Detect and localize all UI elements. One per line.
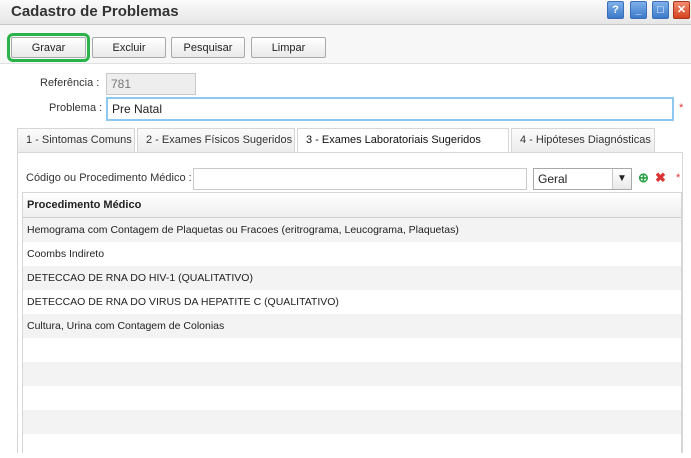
table-row[interactable]: DETECCAO DE RNA DO HIV-1 (QUALITATIVO) — [23, 266, 681, 290]
table-row[interactable]: Hemograma com Contagem de Plaquetas ou F… — [23, 218, 681, 242]
code-input[interactable] — [193, 168, 527, 190]
title-bar: Cadastro de Problemas ? _ □ ✕ — [0, 0, 691, 25]
tab-sintomas[interactable]: 1 - Sintomas Comuns — [17, 128, 135, 152]
problema-required-mark: * — [679, 102, 684, 114]
code-required-mark: * — [676, 172, 681, 184]
chevron-down-icon: ▼ — [612, 169, 631, 189]
window-title: Cadastro de Problemas — [11, 3, 179, 20]
clear-button[interactable]: Limpar — [251, 37, 326, 58]
save-button[interactable]: Gravar — [7, 33, 90, 62]
table-header: Procedimento Médico — [23, 193, 681, 218]
referencia-field: 781 — [106, 73, 196, 95]
tab-exames-fisicos[interactable]: 2 - Exames Físicos Sugeridos — [137, 128, 295, 152]
delete-button[interactable]: Excluir — [92, 37, 166, 58]
code-label: Código ou Procedimento Médico : — [26, 172, 192, 184]
close-button[interactable]: ✕ — [673, 1, 690, 19]
help-button[interactable]: ? — [607, 1, 624, 19]
table-row — [23, 434, 681, 458]
table-row[interactable]: Cultura, Urina com Contagem de Colonias — [23, 314, 681, 338]
maximize-button[interactable]: □ — [652, 1, 669, 19]
minimize-button[interactable]: _ — [630, 1, 647, 19]
table-row[interactable]: DETECCAO DE RNA DO VIRUS DA HEPATITE C (… — [23, 290, 681, 314]
table-body: Hemograma com Contagem de Plaquetas ou F… — [23, 218, 681, 458]
add-icon[interactable]: ⊕ — [638, 170, 649, 186]
scope-select[interactable]: Geral ▼ — [533, 168, 632, 190]
problema-label: Problema : — [49, 102, 103, 114]
tab-exames-laboratoriais[interactable]: 3 - Exames Laboratoriais Sugeridos — [297, 128, 509, 153]
table-row — [23, 362, 681, 386]
table-row — [23, 386, 681, 410]
tab-hipoteses[interactable]: 4 - Hipóteses Diagnósticas — [511, 128, 655, 152]
procedures-table: Procedimento Médico Hemograma com Contag… — [22, 192, 682, 453]
toolbar: Gravar Excluir Pesquisar Limpar — [0, 25, 691, 64]
problema-field[interactable]: Pre Natal — [106, 97, 674, 121]
table-row — [23, 410, 681, 434]
referencia-label: Referência : — [40, 77, 100, 89]
table-row[interactable]: Coombs Indireto — [23, 242, 681, 266]
scope-select-value: Geral — [538, 172, 568, 186]
remove-icon[interactable]: ✖ — [655, 170, 666, 186]
table-row — [23, 338, 681, 362]
search-button[interactable]: Pesquisar — [171, 37, 245, 58]
